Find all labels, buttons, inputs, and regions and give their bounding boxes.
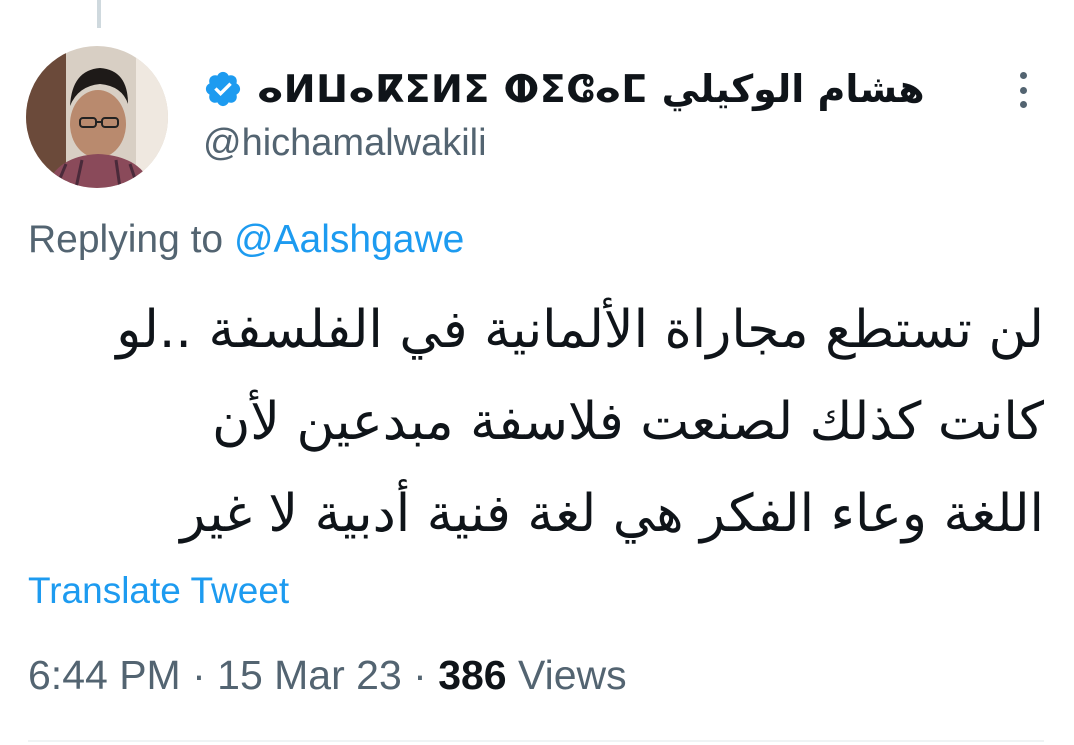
author-handle[interactable]: @hichamalwakili (203, 122, 487, 165)
author-display-name[interactable]: ⴰⵍⵡⴰⴽⵉⵍⵉ ⵀⵉⵛⴰⵎ هشام الوكيلي (257, 67, 925, 111)
tweet-text-line: لن تستطع مجاراة الألمانية في الفلسفة ..ل… (116, 300, 1044, 360)
tweet-time[interactable]: 6:44 PM (28, 652, 181, 698)
translate-tweet-link[interactable]: Translate Tweet (28, 570, 289, 612)
more-options-icon[interactable] (1006, 70, 1040, 110)
tweet-text-line: اللغة وعاء الفكر هي لغة فنية أدبية لا غي… (180, 484, 1044, 544)
thread-connector-line (97, 0, 101, 28)
author-name-row[interactable]: ⴰⵍⵡⴰⴽⵉⵍⵉ ⵀⵉⵛⴰⵎ هشام الوكيلي (203, 60, 924, 118)
divider (28, 740, 1044, 742)
tweet-meta: 6:44 PM · 15 Mar 23 · 386 Views (28, 652, 627, 699)
more-dot (1019, 86, 1027, 94)
verified-badge-icon (205, 71, 241, 107)
views-label[interactable]: Views (507, 652, 627, 698)
tweet-text: لن تستطع مجاراة الألمانية في الفلسفة ..ل… (28, 284, 1044, 560)
tweet-text-line: كانت كذلك لصنعت فلاسفة مبدعين لأن (212, 392, 1044, 452)
meta-separator: · (401, 652, 439, 698)
meta-separator: · (180, 652, 218, 698)
reply-mention-link[interactable]: @Aalshgawe (234, 218, 464, 261)
tweet-date[interactable]: 15 Mar 23 (217, 652, 402, 698)
more-dot (1019, 101, 1027, 108)
more-dot (1019, 72, 1027, 79)
replying-to-label: Replying to (28, 218, 234, 261)
avatar[interactable] (26, 46, 168, 188)
avatar-photo (26, 46, 168, 188)
views-count[interactable]: 386 (438, 652, 506, 698)
replying-to: Replying to @Aalshgawe (28, 218, 464, 262)
